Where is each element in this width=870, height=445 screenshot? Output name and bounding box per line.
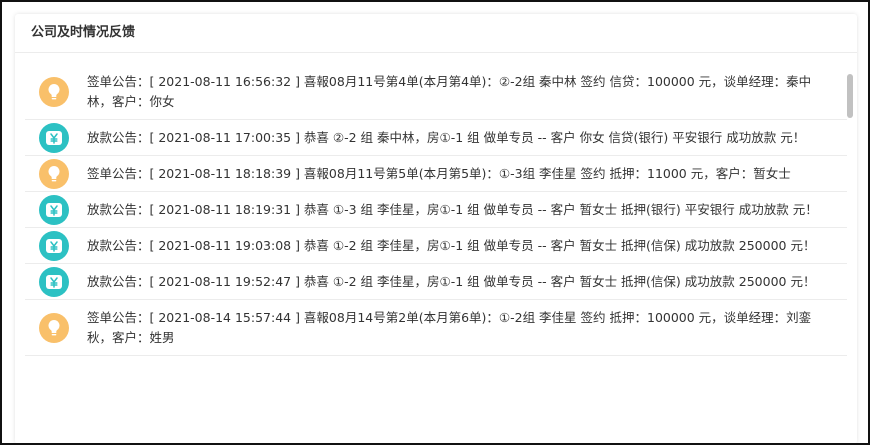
lightbulb-icon — [39, 312, 69, 343]
lightbulb-icon — [39, 76, 69, 107]
lightbulb-icon — [39, 158, 69, 189]
list-item: 放款公告：[ 2021-08-11 17:00:35 ] 恭喜 ②-2 组 秦中… — [25, 120, 847, 156]
yen-icon — [39, 266, 69, 297]
announcement-text: 放款公告：[ 2021-08-11 19:03:08 ] 恭喜 ①-2 组 李佳… — [87, 238, 816, 253]
announcement-text: 放款公告：[ 2021-08-11 17:00:35 ] 恭喜 ②-2 组 秦中… — [87, 130, 806, 145]
list-item: 放款公告：[ 2021-08-11 18:19:31 ] 恭喜 ①-3 组 李佳… — [25, 192, 847, 228]
yen-icon — [39, 122, 69, 153]
announcement-text: 签单公告：[ 2021-08-11 16:56:32 ] 喜報08月11号第4单… — [87, 74, 812, 109]
yen-icon — [39, 230, 69, 261]
list-item: 签单公告：[ 2021-08-11 16:56:32 ] 喜報08月11号第4单… — [25, 64, 847, 120]
list-item: 签单公告：[ 2021-08-14 15:57:44 ] 喜報08月14号第2单… — [25, 300, 847, 356]
list-item: 签单公告：[ 2021-08-11 18:18:39 ] 喜報08月11号第5单… — [25, 156, 847, 192]
list-item: 放款公告：[ 2021-08-11 19:52:47 ] 恭喜 ①-2 组 李佳… — [25, 264, 847, 300]
list-item: 放款公告：[ 2021-08-11 19:03:08 ] 恭喜 ①-2 组 李佳… — [25, 228, 847, 264]
announcement-feed[interactable]: 签单公告：[ 2021-08-11 16:56:32 ] 喜報08月11号第4单… — [15, 64, 857, 443]
announcement-text: 放款公告：[ 2021-08-11 18:19:31 ] 恭喜 ①-3 组 李佳… — [87, 202, 818, 217]
announcement-text: 签单公告：[ 2021-08-14 15:57:44 ] 喜報08月14号第2单… — [87, 310, 812, 345]
announcement-text: 签单公告：[ 2021-08-11 18:18:39 ] 喜報08月11号第5单… — [87, 166, 791, 181]
yen-icon — [39, 194, 69, 225]
panel-title: 公司及时情况反馈 — [15, 14, 857, 53]
feed-scrollbar[interactable] — [847, 74, 853, 118]
window-frame: 公司及时情况反馈 签单公告：[ 2021-08-11 16:56:32 ] 喜報… — [0, 0, 870, 445]
announcement-text: 放款公告：[ 2021-08-11 19:52:47 ] 恭喜 ①-2 组 李佳… — [87, 274, 816, 289]
feedback-panel: 公司及时情况反馈 签单公告：[ 2021-08-11 16:56:32 ] 喜報… — [15, 14, 857, 443]
